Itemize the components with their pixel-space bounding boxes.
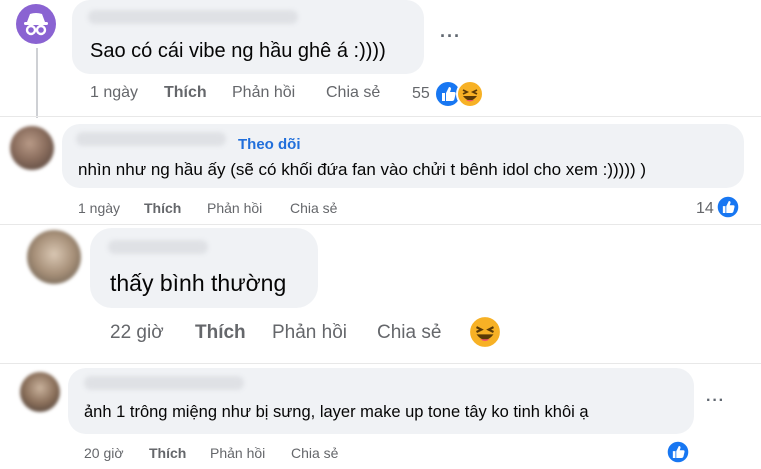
like-icon[interactable]: [666, 440, 690, 464]
share-button[interactable]: Chia sẻ: [291, 445, 338, 461]
reply-button[interactable]: Phản hồi: [232, 84, 295, 102]
more-options-button[interactable]: ···: [706, 392, 725, 410]
share-button[interactable]: Chia sẻ: [326, 84, 380, 102]
like-button[interactable]: Thích: [144, 200, 181, 216]
anonymous-avatar[interactable]: [16, 4, 56, 44]
comment-time[interactable]: 22 giờ: [110, 322, 164, 344]
haha-icon: [456, 80, 484, 108]
comment-time[interactable]: 1 ngày: [90, 84, 138, 102]
comment-text: Sao có cái vibe ng hầu ghê á :)))): [90, 40, 386, 62]
comment-time[interactable]: 20 giờ: [84, 445, 124, 461]
divider: [0, 224, 761, 225]
anonymous-member-icon: [24, 13, 48, 36]
user-avatar[interactable]: [27, 230, 81, 284]
user-avatar[interactable]: [20, 372, 60, 412]
reply-button[interactable]: Phản hồi: [210, 445, 265, 461]
reaction-count[interactable]: 14: [696, 200, 714, 218]
like-button[interactable]: Thích: [149, 445, 186, 461]
comment-text: nhìn như ng hầu ấy (sẽ có khối đứa fan v…: [78, 160, 647, 179]
like-icon[interactable]: [716, 195, 740, 219]
haha-icon[interactable]: [468, 315, 502, 349]
share-button[interactable]: Chia sẻ: [377, 322, 441, 344]
reactions[interactable]: [434, 80, 486, 108]
comment-text: ảnh 1 trông miệng như bị sưng, layer mak…: [84, 403, 589, 421]
author-name-blurred[interactable]: [76, 132, 226, 146]
comment-time[interactable]: 1 ngày: [78, 200, 120, 216]
divider: [0, 363, 761, 364]
like-button[interactable]: Thích: [195, 322, 246, 344]
reaction-count[interactable]: 55: [412, 85, 430, 103]
like-button[interactable]: Thích: [164, 84, 207, 102]
reply-button[interactable]: Phản hồi: [272, 322, 347, 344]
comment-text: thấy bình thường: [110, 270, 287, 296]
share-button[interactable]: Chia sẻ: [290, 200, 337, 216]
more-options-button[interactable]: ···: [440, 26, 461, 47]
follow-link[interactable]: Theo dõi: [238, 136, 301, 153]
reply-button[interactable]: Phản hồi: [207, 200, 262, 216]
author-name-blurred[interactable]: [84, 376, 244, 390]
user-avatar[interactable]: [10, 126, 54, 170]
thread-line: [36, 48, 38, 118]
author-name-blurred[interactable]: [88, 10, 298, 24]
author-name-blurred[interactable]: [108, 240, 208, 254]
divider: [0, 116, 761, 117]
